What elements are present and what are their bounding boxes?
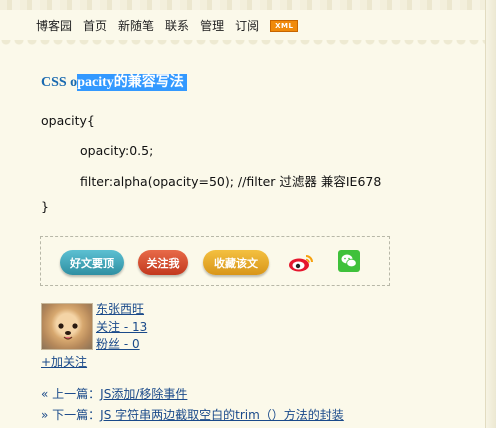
prev-post-label: « 上一篇：: [41, 387, 101, 401]
post-title-selected: pacity的兼容写法: [77, 74, 187, 91]
weibo-icon[interactable]: [288, 254, 314, 272]
nav-item-subscribe[interactable]: 订阅: [235, 17, 259, 34]
wechat-bubbles-icon: [341, 254, 357, 268]
next-post-row: » 下一篇：JS 字符串两边截取空白的trim（）方法的封装: [41, 406, 344, 423]
nav-item-admin[interactable]: 管理: [200, 17, 224, 34]
next-post-label: » 下一篇：: [41, 408, 101, 422]
nav-item-cnblogs[interactable]: 博客园: [36, 17, 72, 34]
pomeranian-avatar-image: [58, 323, 78, 340]
post-title-prefix: CSS o: [41, 75, 78, 90]
torn-paper-edge: [0, 40, 496, 50]
follow-me-button[interactable]: 关注我: [138, 250, 188, 275]
code-line-4: }: [41, 199, 49, 214]
share-box: 好文要顶 关注我 收藏该文: [40, 236, 390, 286]
code-line-2: opacity:0.5;: [80, 143, 154, 158]
add-follow-link[interactable]: +加关注: [41, 353, 87, 370]
nav-item-contact[interactable]: 联系: [165, 17, 189, 34]
followers-count-link[interactable]: 粉丝 - 0: [96, 335, 140, 352]
right-border: [485, 0, 496, 428]
following-count-link[interactable]: 关注 - 13: [96, 318, 147, 335]
next-post-link[interactable]: JS 字符串两边截取空白的trim（）方法的封装: [100, 408, 344, 422]
prev-post-link[interactable]: JS添加/移除事件: [100, 387, 187, 401]
nav-item-home[interactable]: 首页: [83, 17, 107, 34]
prev-post-row: « 上一篇：JS添加/移除事件: [41, 385, 187, 402]
code-line-1: opacity{: [41, 113, 95, 128]
post-title[interactable]: CSS opacity的兼容写法: [41, 71, 187, 91]
nav-item-new-post[interactable]: 新随笔: [118, 17, 154, 34]
xml-feed-badge[interactable]: XML: [270, 19, 299, 32]
wechat-icon[interactable]: [338, 250, 360, 272]
header-background: [0, 0, 496, 10]
author-avatar[interactable]: [41, 303, 93, 350]
recommend-button[interactable]: 好文要顶: [60, 250, 124, 275]
favorite-button[interactable]: 收藏该文: [203, 250, 269, 275]
author-name-link[interactable]: 东张西旺: [96, 300, 144, 317]
code-line-3: filter:alpha(opacity=50); //filter 过滤器 兼…: [80, 174, 382, 189]
top-nav: 博客园 首页 新随笔 联系 管理 订阅 XML: [36, 17, 299, 34]
